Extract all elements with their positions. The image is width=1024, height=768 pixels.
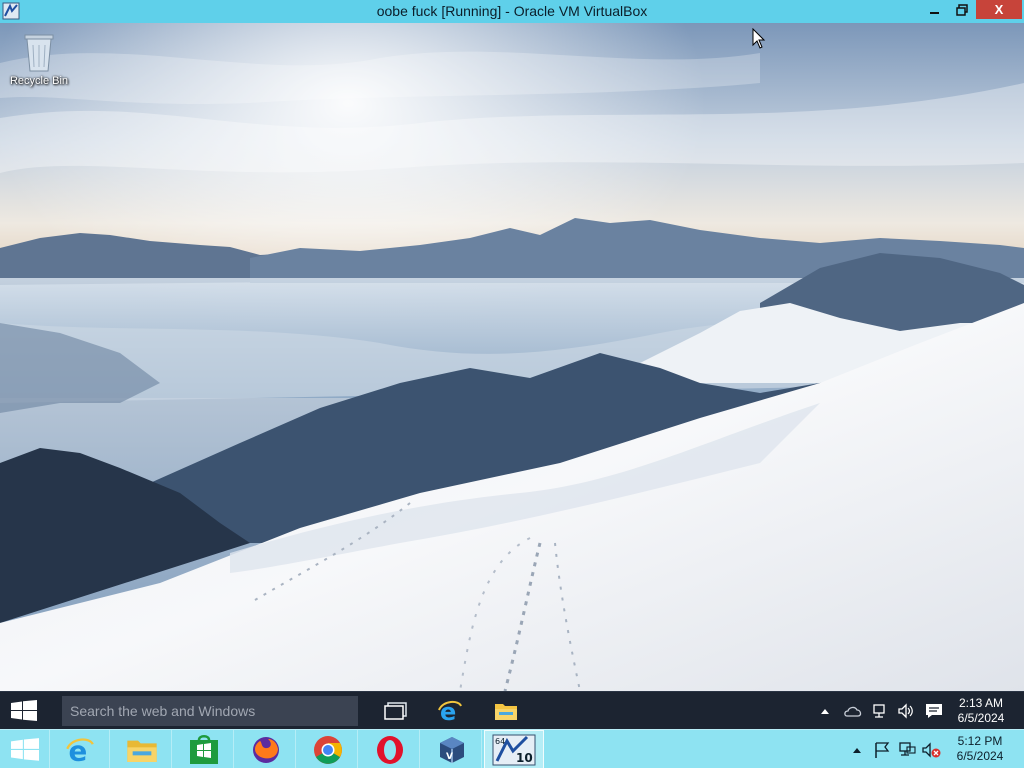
- guest-clock[interactable]: 2:13 AM 6/5/2024: [950, 696, 1012, 726]
- host-tray-volume[interactable]: [919, 730, 943, 768]
- volume-icon: [898, 703, 913, 719]
- windows10-vm-icon: 64 10: [492, 734, 536, 765]
- firefox-icon: [252, 736, 279, 763]
- vbox-title-bar[interactable]: oobe fuck [Running] - Oracle VM VirtualB…: [0, 0, 1024, 23]
- taskbar-file-explorer[interactable]: [486, 695, 526, 727]
- virtualbox-icon: V: [439, 736, 464, 763]
- host-taskbar-virtualbox[interactable]: V: [422, 730, 482, 768]
- file-explorer-icon: [126, 740, 157, 762]
- network-icon: [899, 741, 916, 756]
- host-taskbar-win10-vm[interactable]: 64 10: [484, 730, 544, 768]
- host-taskbar-store[interactable]: [174, 730, 234, 768]
- internet-explorer-icon: e: [65, 735, 94, 765]
- host-taskbar-internet-explorer[interactable]: e: [50, 730, 110, 768]
- network-icon: [873, 704, 885, 718]
- guest-start-button[interactable]: [8, 698, 40, 724]
- file-explorer-icon: [495, 704, 517, 720]
- host-taskbar-file-explorer[interactable]: [112, 730, 172, 768]
- guest-clock-time: 2:13 AM: [958, 696, 1004, 710]
- minimize-button[interactable]: [922, 0, 948, 19]
- close-button[interactable]: X: [976, 0, 1022, 19]
- host-taskbar-chrome[interactable]: [298, 730, 358, 768]
- task-view-button[interactable]: [376, 695, 416, 727]
- host-start-button[interactable]: [0, 730, 50, 768]
- show-hidden-icons-icon: [853, 747, 861, 753]
- host-clock[interactable]: 5:12 PM 6/5/2024: [946, 734, 1014, 764]
- guest-tray-action-center[interactable]: [922, 692, 946, 730]
- guest-tray-volume[interactable]: [895, 692, 917, 730]
- wallpaper-image: [0, 23, 1024, 691]
- search-box[interactable]: Search the web and Windows: [62, 696, 358, 726]
- onedrive-icon: [844, 706, 862, 717]
- vm-version-badge: 10: [516, 751, 533, 765]
- minimize-icon: [930, 11, 939, 14]
- recycle-bin-icon: [24, 34, 54, 72]
- guest-clock-date: 6/5/2024: [957, 711, 1005, 725]
- guest-desktop[interactable]: Recycle Bin: [0, 23, 1024, 691]
- window-title: oobe fuck [Running] - Oracle VM VirtualB…: [376, 3, 648, 19]
- restore-button[interactable]: [949, 0, 975, 19]
- host-taskbar-opera[interactable]: [360, 730, 420, 768]
- host-clock-time: 5:12 PM: [957, 734, 1003, 748]
- windows-store-icon: [189, 734, 218, 764]
- vm-bitness-badge: 64: [495, 737, 505, 746]
- taskbar-internet-explorer[interactable]: e: [430, 695, 470, 727]
- mouse-cursor-icon: [752, 27, 766, 55]
- action-center-icon: [926, 704, 942, 718]
- action-center-flag-icon: [875, 741, 890, 758]
- internet-explorer-icon: e: [438, 698, 462, 724]
- desktop-icon-recycle-bin[interactable]: Recycle Bin: [6, 29, 72, 87]
- host-taskbar-firefox[interactable]: [236, 730, 296, 768]
- show-hidden-icons-icon: [821, 709, 829, 714]
- restore-icon: [956, 3, 968, 16]
- windows-logo-icon: [10, 737, 39, 761]
- host-clock-date: 6/5/2024: [956, 749, 1004, 763]
- guest-tray-show-hidden[interactable]: [816, 692, 834, 730]
- host-taskbar: e V 64 10 5:12 PM 6/5/2024: [0, 729, 1024, 768]
- desktop-icon-label: Recycle Bin: [9, 75, 69, 87]
- chrome-icon: [313, 735, 342, 764]
- volume-muted-icon: [922, 741, 941, 758]
- host-tray-network[interactable]: [895, 730, 919, 768]
- windows-logo-icon: [11, 700, 37, 721]
- svg-text:V: V: [446, 752, 453, 762]
- opera-icon: [376, 735, 403, 764]
- guest-taskbar: Search the web and Windows e 2:13 AM 6/5…: [0, 691, 1024, 729]
- close-icon: X: [994, 2, 1004, 17]
- host-tray-action-center[interactable]: [870, 730, 894, 768]
- guest-tray-onedrive[interactable]: [842, 692, 864, 730]
- search-placeholder: Search the web and Windows: [70, 703, 256, 719]
- guest-tray-network[interactable]: [870, 692, 892, 730]
- host-tray-show-hidden[interactable]: [848, 730, 866, 768]
- task-view-icon: [384, 702, 407, 720]
